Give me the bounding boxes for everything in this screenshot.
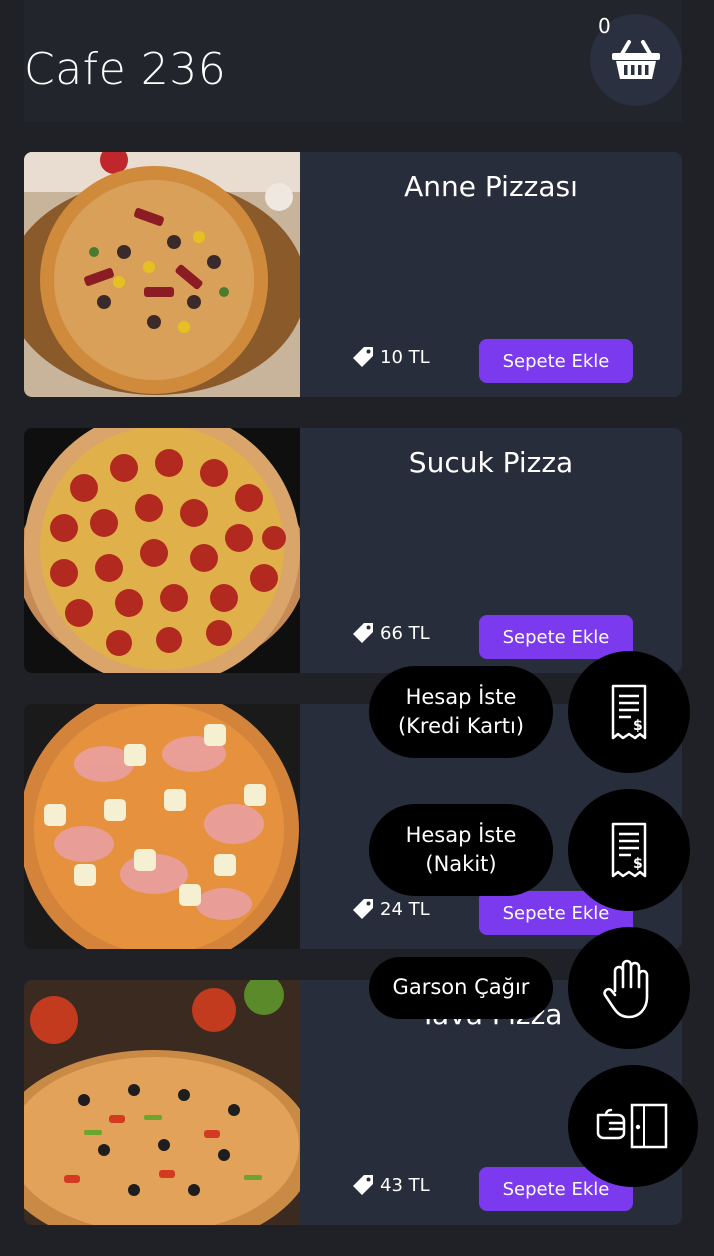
- menu-item-price: 24 TL: [380, 899, 430, 920]
- pizza-image: [24, 428, 300, 673]
- menu-item-name: Anne Pizzası: [404, 170, 578, 203]
- price-tag-icon: [353, 623, 373, 643]
- price-tag-icon: [353, 899, 373, 919]
- menu-item-price: 10 TL: [380, 347, 430, 368]
- card-bill-label-line1: Hesap İste: [405, 684, 517, 709]
- menu-item-card: Sucuk Pizza 66 TL Sepete Ekle: [24, 428, 682, 673]
- hand-icon: [603, 959, 649, 1019]
- pizza-image: [24, 704, 300, 949]
- cart-count-badge: 0: [598, 14, 611, 38]
- cash-bill-label-line1: Hesap İste: [405, 822, 517, 847]
- receipt-icon: $: [611, 684, 647, 740]
- cash-bill-button[interactable]: $: [568, 789, 690, 911]
- menu-toggle-button[interactable]: [568, 1065, 698, 1187]
- add-to-cart-button[interactable]: Sepete Ekle: [479, 615, 633, 659]
- pizza-image: [24, 152, 300, 397]
- receipt-icon: $: [611, 822, 647, 878]
- card-bill-label[interactable]: Hesap İste (Kredi Kartı): [369, 666, 553, 758]
- cash-bill-label-line2: (Nakit): [425, 852, 497, 876]
- call-waiter-label[interactable]: Garson Çağır: [369, 957, 553, 1019]
- svg-text:$: $: [633, 718, 643, 734]
- call-waiter-button[interactable]: [568, 927, 690, 1049]
- menu-item-price: 43 TL: [380, 1175, 430, 1196]
- card-bill-button[interactable]: $: [568, 651, 690, 773]
- price-tag-icon: [353, 347, 373, 367]
- basket-icon: [612, 40, 660, 79]
- cash-bill-label[interactable]: Hesap İste (Nakit): [369, 804, 553, 896]
- call-waiter-label-text: Garson Çağır: [392, 975, 530, 1000]
- pizza-image: [24, 980, 300, 1225]
- menu-item-price: 66 TL: [380, 623, 430, 644]
- hand-payment-icon: [596, 1103, 668, 1149]
- svg-text:$: $: [633, 856, 643, 872]
- menu-item-name: Sucuk Pizza: [408, 446, 574, 479]
- price-tag-icon: [353, 1175, 373, 1195]
- menu-item-card: Anne Pizzası 10 TL Sepete Ekle: [24, 152, 682, 397]
- add-to-cart-button[interactable]: Sepete Ekle: [479, 339, 633, 383]
- app-header: Cafe 236: [24, 0, 682, 122]
- app-title: Cafe 236: [24, 44, 227, 95]
- card-bill-label-line2: (Kredi Kartı): [397, 714, 525, 738]
